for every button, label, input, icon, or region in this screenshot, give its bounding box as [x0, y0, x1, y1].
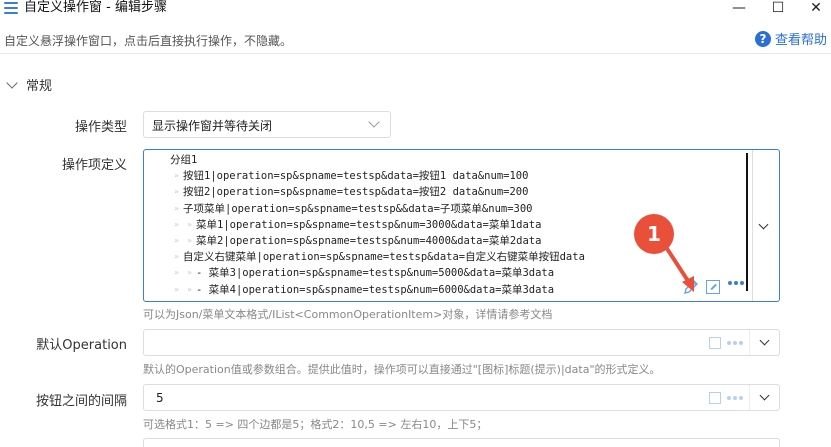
- divider: [749, 330, 750, 355]
- code-line: » » - 菜单3|operation=sp&spname=testsp&num=5…: [144, 265, 752, 281]
- more-icon[interactable]: [727, 396, 743, 400]
- button-spacing-hint: 可选格式1：5 => 四个边都是5；格式2：10,5 => 左右10，上下5；: [143, 418, 488, 431]
- minimize-button[interactable]: —: [724, 0, 754, 16]
- close-button[interactable]: ✕: [801, 0, 831, 16]
- annotation-badge: 1: [634, 214, 674, 254]
- indent-marker: [157, 282, 170, 298]
- indent-marker: »: [174, 171, 179, 181]
- code-line-text: 按钮1|operation=sp&spname=testsp&data=按钮1 …: [183, 170, 529, 183]
- text-cursor: [746, 153, 748, 291]
- indent-marker: »: [174, 187, 179, 197]
- divider: [752, 150, 753, 301]
- code-line-text: 关闭并返回数据|operation=close&data=关闭按钮data: [183, 298, 463, 301]
- menu-icon[interactable]: [4, 2, 18, 16]
- indent-marker: »: [174, 203, 179, 213]
- indent-marker: »: [174, 252, 179, 262]
- description-text: 自定义悬浮操作窗口，点击后直接执行操作，不隐藏。: [4, 34, 293, 48]
- indent-marker: »: [187, 284, 192, 294]
- code-line-text: 分组1: [170, 154, 198, 166]
- indent-marker: [157, 168, 170, 184]
- open-external-icon[interactable]: [706, 280, 720, 294]
- next-field-input[interactable]: [143, 438, 780, 447]
- indent-marker: [157, 201, 170, 217]
- default-op-input[interactable]: [143, 329, 780, 356]
- code-line: » 按钮2|operation=sp&spname=testsp&data=按钮2…: [144, 184, 752, 200]
- indent-marker: »: [174, 219, 179, 229]
- code-line-text: - 菜单4|operation=sp&spname=testsp&num=600…: [196, 283, 555, 296]
- indent-marker: »: [187, 268, 192, 278]
- indent-marker: »: [174, 268, 179, 278]
- op-type-select[interactable]: 显示操作窗并等待关闭: [143, 111, 391, 138]
- op-def-label: 操作项定义: [61, 158, 127, 173]
- indent-marker: »: [174, 284, 179, 294]
- section-title: 常规: [26, 79, 53, 94]
- pencil-icon[interactable]: [682, 278, 700, 296]
- section-header-general[interactable]: 常规: [6, 75, 53, 94]
- help-link[interactable]: ? 查看帮助: [754, 29, 827, 48]
- code-line-text: 子项菜单|operation=sp&spname=testsp&&data=子项…: [183, 202, 533, 215]
- code-line-text: 菜单1|operation=sp&spname=testsp&num=3000&…: [196, 218, 542, 231]
- chevron-down-icon: [6, 76, 18, 89]
- code-line-text: 按钮2|operation=sp&spname=testsp&data=按钮2 …: [183, 186, 529, 199]
- more-icon[interactable]: [727, 341, 743, 345]
- more-icon[interactable]: [728, 281, 744, 285]
- open-external-icon[interactable]: [709, 392, 721, 404]
- description-bar: 自定义悬浮操作窗口，点击后直接执行操作，不隐藏。 ? 查看帮助: [0, 26, 831, 54]
- chevron-down-icon[interactable]: [759, 390, 770, 401]
- default-op-label: 默认Operation: [36, 338, 127, 353]
- indent-marker: [157, 298, 170, 300]
- code-line: »关闭并返回数据|operation=close&data=关闭按钮data: [144, 298, 752, 301]
- chevron-down-icon[interactable]: [759, 335, 770, 346]
- code-line-text: 菜单2|operation=sp&spname=testsp&num=4000&…: [196, 234, 542, 247]
- indent-marker: »: [174, 235, 179, 245]
- code-line: » 按钮1|operation=sp&spname=testsp&data=按钮1…: [144, 168, 752, 184]
- indent-marker: »: [187, 219, 192, 229]
- button-spacing-value: 5: [156, 391, 164, 405]
- indent-marker: »: [170, 298, 183, 300]
- indent-marker: [157, 265, 170, 281]
- op-def-hint: 可以为Json/菜单文本格式/IList<CommonOperationItem…: [143, 308, 553, 321]
- indent-marker: [157, 249, 170, 265]
- default-op-hint: 默认的Operation值或参数组合。提供此值时，操作项可以直接通过"[图标]标…: [143, 363, 661, 376]
- chevron-down-icon[interactable]: [758, 219, 769, 230]
- open-external-icon[interactable]: [709, 337, 721, 349]
- maximize-button[interactable]: ☐: [763, 0, 793, 16]
- divider: [749, 385, 750, 410]
- code-line-text: 自定义右键菜单|operation=sp&spname=testsp&data=…: [183, 251, 585, 264]
- code-line-text: - 菜单3|operation=sp&spname=testsp&num=500…: [196, 267, 555, 280]
- indent-marker: »: [187, 235, 192, 245]
- op-type-label: 操作类型: [74, 120, 127, 135]
- chevron-down-icon: [368, 116, 380, 128]
- indent-marker: [157, 152, 170, 168]
- code-line: 分组1: [144, 152, 752, 168]
- op-type-value: 显示操作窗并等待关闭: [152, 119, 273, 133]
- indent-marker: [157, 233, 170, 249]
- help-label: 查看帮助: [774, 33, 827, 48]
- indent-marker: [157, 184, 170, 200]
- button-spacing-input[interactable]: 5: [143, 384, 780, 411]
- indent-marker: [157, 217, 170, 233]
- code-line: » » - 菜单4|operation=sp&spname=testsp&num=6…: [144, 282, 752, 298]
- button-spacing-label: 按钮之间的间隔: [35, 394, 127, 409]
- help-icon: ?: [754, 30, 771, 47]
- title-bar: 自定义操作窗 - 编辑步骤 — ☐ ✕: [0, 0, 831, 22]
- window-title: 自定义操作窗 - 编辑步骤: [24, 0, 167, 15]
